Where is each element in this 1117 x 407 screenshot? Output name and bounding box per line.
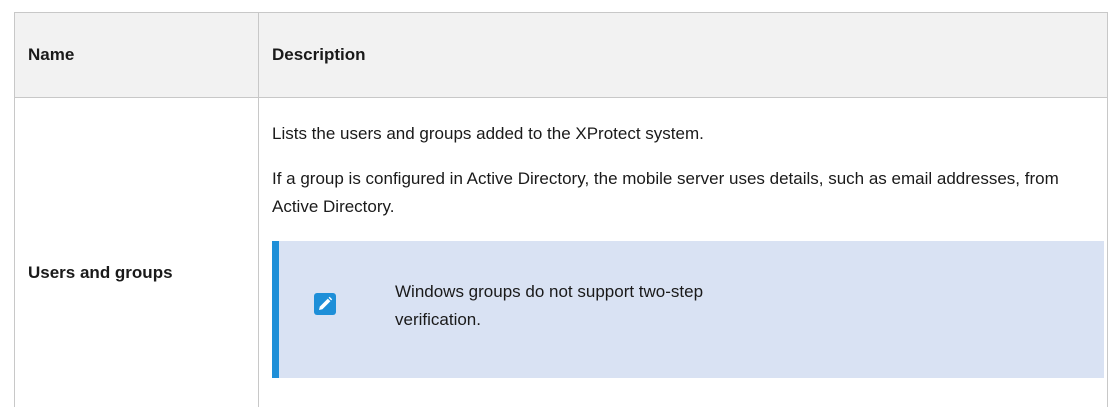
row-description-cell: Lists the users and groups added to the … [258,97,1108,407]
column-header-description: Description [258,12,1108,98]
note-text: Windows groups do not support two-step v… [395,282,704,329]
description-paragraph: Lists the users and groups added to the … [272,124,704,143]
table-row: Users and groups Lists the users and gro… [14,97,1108,407]
table-header-row: Name Description [14,12,1108,98]
description-paragraph: If a group is configured in Active Direc… [272,169,1059,216]
column-header-name: Name [14,12,259,98]
note-callout: Windows groups do not support two-step v… [272,241,1104,378]
row-name-cell: Users and groups [14,97,259,407]
pencil-icon [314,293,336,315]
reference-table: Name Description Users and groups Lists … [14,12,1108,407]
